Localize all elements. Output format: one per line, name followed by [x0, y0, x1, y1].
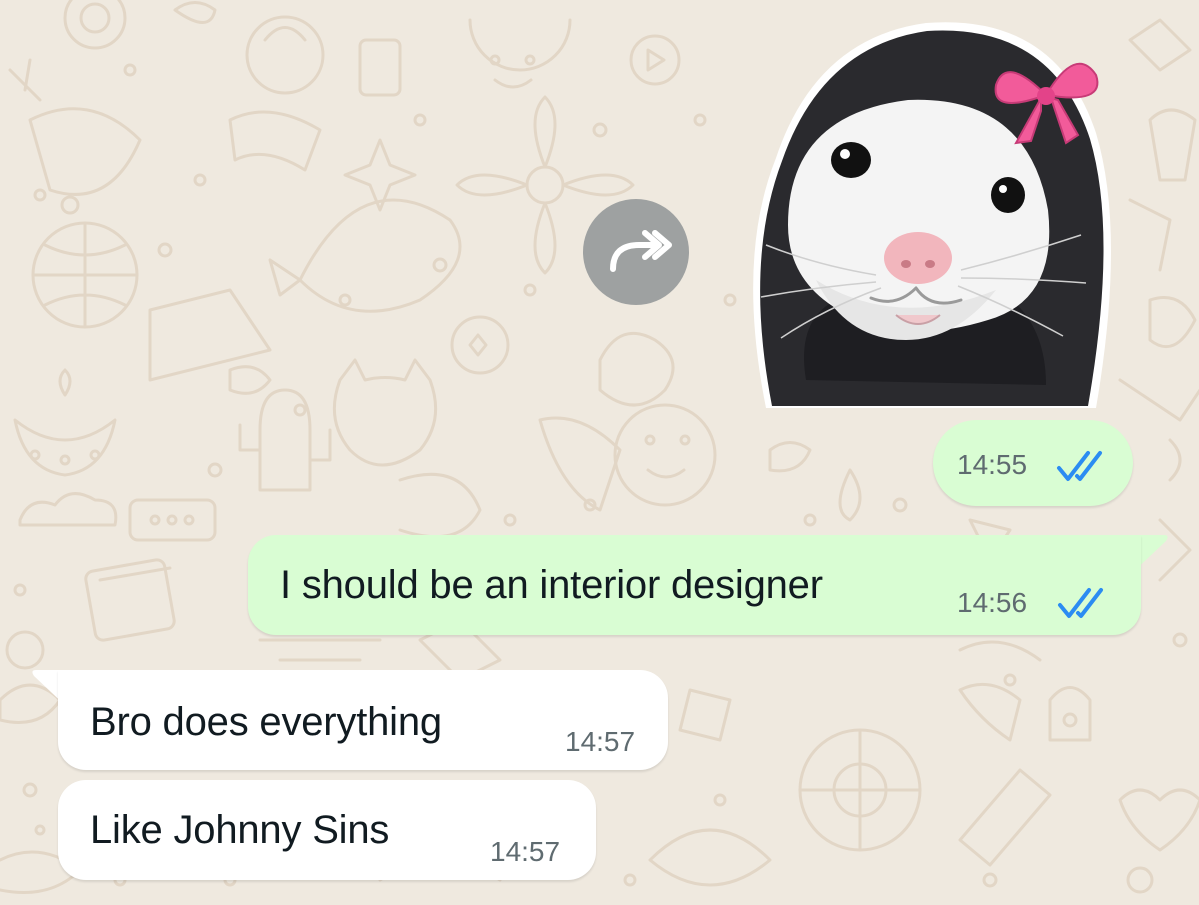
message-time: 14:57: [565, 726, 636, 757]
double-check-read-icon: [1057, 451, 1102, 481]
forward-icon: [610, 230, 672, 272]
incoming-message[interactable]: Like Johnny Sins 14:57: [58, 780, 596, 880]
hamster-sticker[interactable]: [746, 20, 1112, 408]
message-time: 14:56: [957, 587, 1028, 618]
message-text: Bro does everything: [90, 700, 442, 744]
message-text: I should be an interior designer: [280, 563, 823, 607]
message-time: 14:57: [490, 836, 561, 867]
message-text: Like Johnny Sins: [90, 808, 390, 852]
sticker-timestamp-bubble: 14:55: [933, 420, 1133, 506]
message-time: 14:55: [957, 449, 1028, 480]
outgoing-message[interactable]: I should be an interior designer 14:56: [248, 535, 1141, 635]
incoming-message[interactable]: Bro does everything 14:57: [58, 670, 668, 770]
double-check-read-icon: [1058, 588, 1103, 618]
forward-button[interactable]: [583, 199, 689, 305]
